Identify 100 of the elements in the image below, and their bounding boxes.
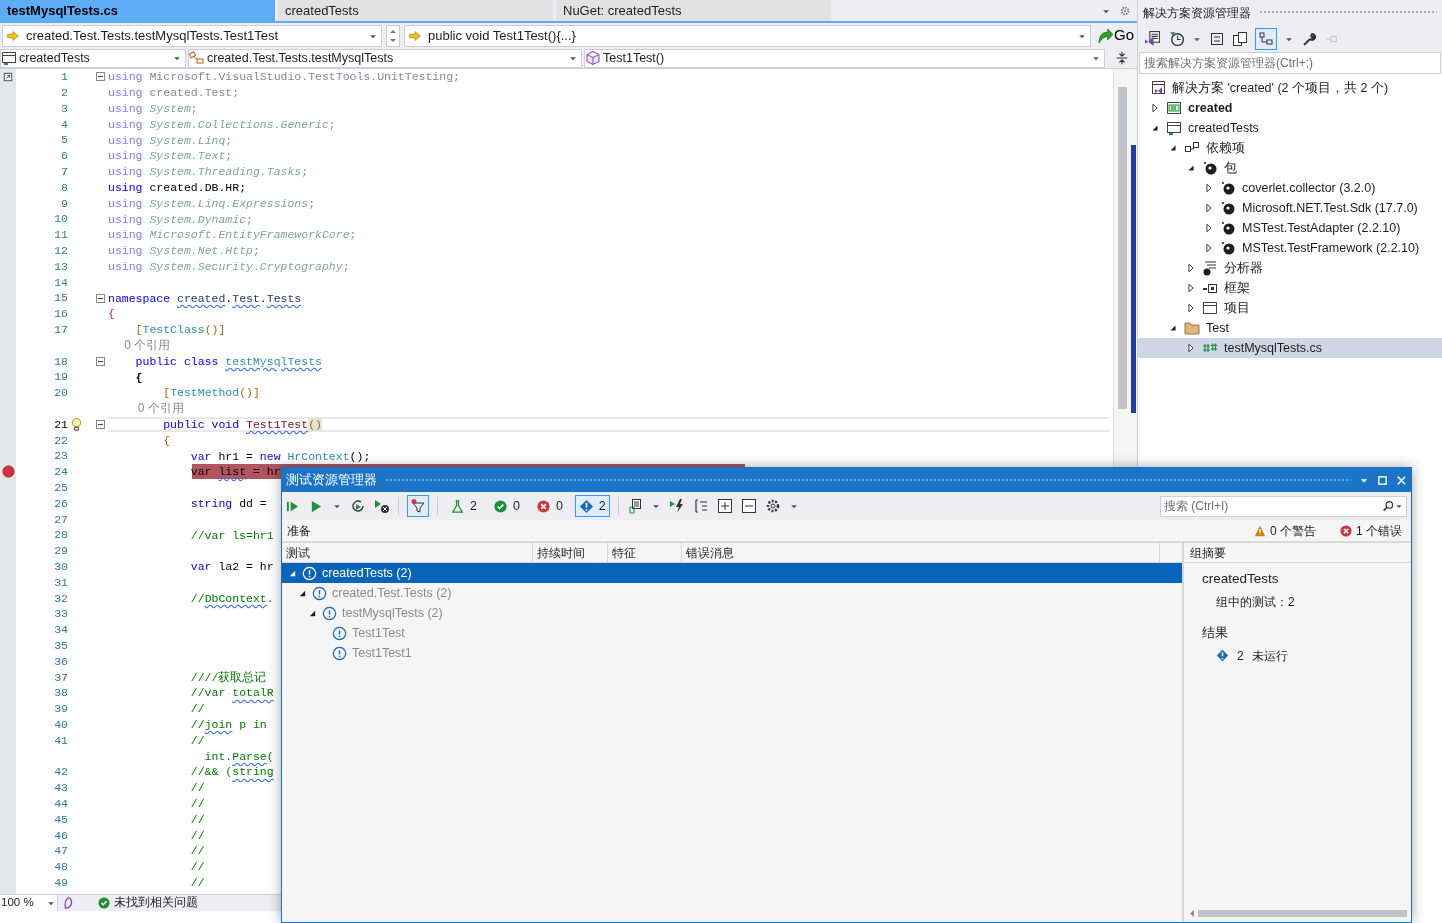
line-number: 30 [54, 560, 68, 573]
collapsed-arrow-icon[interactable] [1204, 182, 1214, 194]
collapsed-arrow-icon[interactable] [1186, 302, 1196, 314]
line-number: 45 [54, 812, 68, 826]
run-live-icon[interactable] [668, 498, 685, 514]
code-line: public class testMysqlTests [134, 353, 322, 369]
code-line: //var ls=hr1 [189, 527, 274, 543]
tree-item[interactable]: testMysqlTests.cs [1138, 338, 1442, 358]
spinner-icon[interactable] [386, 24, 400, 47]
collapse-icon[interactable] [95, 419, 105, 429]
lightbulb-icon[interactable] [70, 416, 83, 432]
panel-heading: 组摘要 [1184, 542, 1411, 563]
outcome-filter-button[interactable]: 0 [488, 495, 524, 517]
status-text: 准备 [287, 522, 311, 540]
editor-tab[interactable]: testMysqlTests.cs [0, 0, 275, 21]
sync-button[interactable] [1255, 27, 1277, 50]
scroll-left-icon[interactable] [1188, 909, 1196, 918]
go-button[interactable]: Go [1095, 24, 1135, 47]
line-number: 44 [54, 796, 68, 810]
code-line: string dd = [189, 495, 267, 511]
line-number: 37 [54, 670, 68, 684]
collapse-icon[interactable] [95, 356, 105, 366]
column-header[interactable]: 持续时间 [533, 543, 608, 562]
maximize-icon[interactable] [1377, 474, 1388, 486]
hierarchy-icon[interactable] [692, 498, 709, 514]
code-line: int.Parse( [203, 748, 274, 764]
code-line: [TestMethod()] [162, 385, 260, 401]
member-scope-dropdown[interactable]: Test1Test() [584, 48, 1105, 68]
warning-count[interactable]: 0 个警告 [1269, 521, 1316, 540]
scrollbar-thumb[interactable] [1118, 87, 1127, 409]
play-icon[interactable] [309, 498, 324, 514]
collapse-all-icon[interactable] [1209, 30, 1225, 47]
collapse-icon[interactable] [95, 293, 105, 303]
line-number: 1 [61, 70, 68, 84]
line-number: 34 [54, 623, 68, 637]
line-number: 3 [61, 101, 68, 115]
editor-tab[interactable]: createdTests [278, 0, 553, 21]
playlist-icon[interactable] [626, 498, 643, 514]
window-icon [1202, 300, 1218, 316]
collapsed-arrow-icon[interactable] [1186, 262, 1196, 274]
collapsed-arrow-icon[interactable] [1186, 282, 1196, 294]
outcome-filter-button[interactable]: 0 [531, 495, 567, 517]
line-number: 15 [54, 291, 68, 305]
collapse-box-icon[interactable] [3, 71, 13, 82]
zoom-dropdown[interactable]: 100 % [0, 895, 58, 911]
filter-button[interactable] [407, 495, 429, 517]
flask-icon [450, 498, 465, 514]
breakpoint-icon[interactable] [1, 465, 15, 479]
cancel-run-icon[interactable] [374, 498, 390, 514]
code-line: using System.Security.Cryptography; [108, 258, 350, 274]
column-header[interactable]: 特征 [608, 543, 682, 562]
outcome-filter-button[interactable]: 2 [574, 495, 610, 517]
editor-tab[interactable]: NuGet: createdTests [556, 0, 831, 21]
class-icon [189, 50, 205, 66]
line-number: 11 [54, 228, 68, 242]
collapsed-arrow-icon[interactable] [1186, 342, 1196, 354]
scrollbar-thumb[interactable] [1198, 910, 1407, 917]
collapse-all-icon[interactable] [740, 498, 757, 514]
close-icon[interactable] [1396, 474, 1407, 486]
copy-icon[interactable] [1232, 30, 1248, 47]
expanded-arrow-icon[interactable] [308, 608, 317, 618]
code-line: //join p in [189, 717, 267, 733]
collapse-icon[interactable] [95, 72, 105, 82]
column-header[interactable]: 错误消息 [682, 543, 1160, 562]
line-number: 25 [54, 481, 68, 494]
code-line: // [189, 827, 205, 843]
code-line: using Microsoft.VisualStudio.TestTools.UnitTesting; [108, 69, 460, 85]
code-line: using System.Linq; [108, 132, 233, 148]
outcome-filter-button[interactable]: 2 [446, 495, 481, 517]
code-line: using Microsoft.EntityFrameworkCore; [108, 227, 357, 243]
collapsed-arrow-icon[interactable] [1204, 222, 1214, 234]
line-number: 21 [54, 417, 68, 431]
error-count[interactable]: 1 个错误 [1356, 521, 1402, 540]
collapsed-arrow-icon[interactable] [1204, 202, 1214, 214]
reference-count[interactable]: 0 个引用 [108, 401, 184, 417]
search-field[interactable]: 搜索 (Ctrl+I) [1160, 495, 1407, 517]
solution-icon[interactable] [1144, 30, 1161, 47]
expanded-arrow-icon[interactable] [298, 588, 307, 598]
line-number: 41 [54, 733, 68, 747]
collapsed-arrow-icon[interactable] [1150, 102, 1160, 114]
line-number: 48 [54, 860, 68, 874]
column-header[interactable]: 测试 [282, 543, 533, 562]
history-icon[interactable] [1168, 30, 1185, 47]
project-dropdown[interactable]: createdTests [0, 48, 186, 68]
collapsed-arrow-icon[interactable] [1204, 242, 1214, 254]
settings-icon[interactable] [764, 498, 781, 514]
package-icon [1220, 240, 1236, 256]
split-icon[interactable] [1115, 51, 1129, 65]
member-dropdown[interactable]: created.Test.Tests.testMysqlTests.Test1Test [2, 24, 382, 47]
code-line: namespace created.Test.Tests [108, 290, 302, 306]
line-number: 22 [54, 433, 68, 447]
wrench-icon[interactable] [1301, 30, 1317, 47]
tree-item[interactable]: createdTests (2) [282, 563, 1182, 583]
signature-dropdown[interactable]: public void Test1Test(){...} [404, 24, 1091, 47]
type-dropdown[interactable]: created.Test.Tests.testMysqlTests [188, 48, 582, 68]
search-field[interactable]: 搜索解决方案资源管理器(Ctrl+;) [1139, 52, 1441, 74]
reference-count[interactable]: 0 个引用 [108, 337, 171, 353]
package-icon [1220, 220, 1236, 236]
rerun-icon[interactable] [350, 498, 366, 514]
expand-all-icon[interactable] [716, 498, 733, 514]
